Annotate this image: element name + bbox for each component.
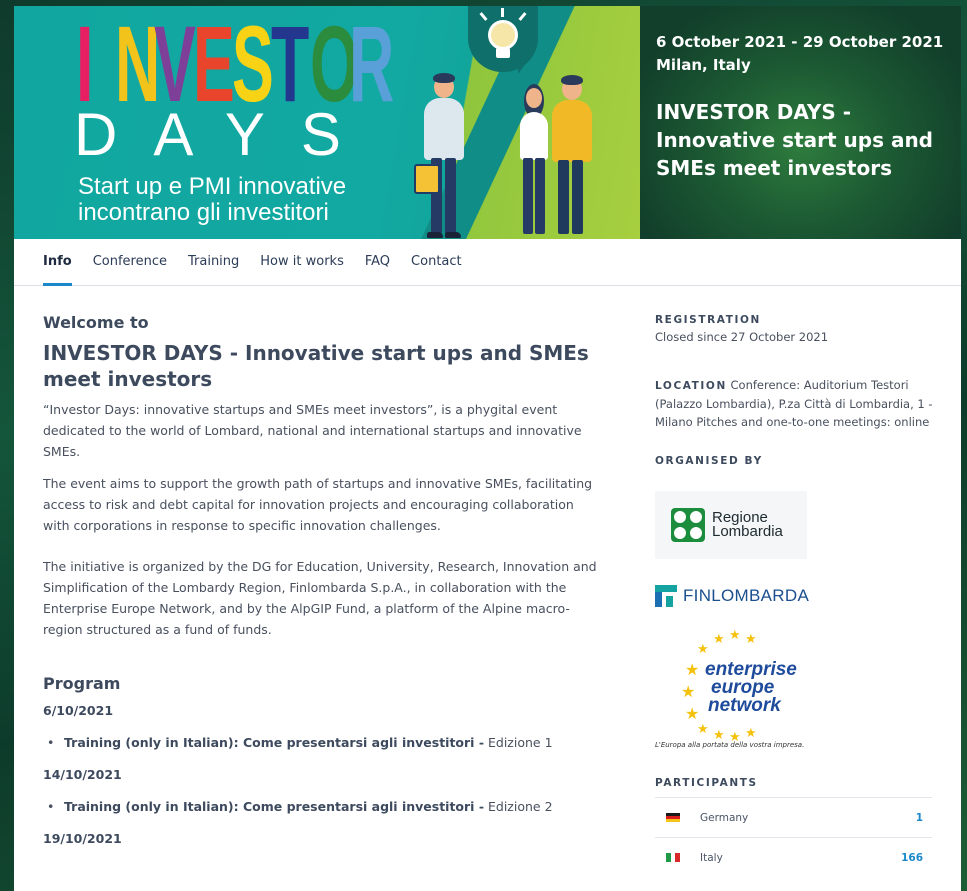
aims-paragraph: The event aims to support the growth pat… — [43, 476, 593, 533]
regione-lombardia-line-2: Lombardia — [712, 523, 783, 540]
tagline-line-2: incontrano gli investitori — [78, 199, 329, 226]
participants-label: PARTICIPANTS — [655, 777, 758, 789]
program-date: 14/10/2021 — [43, 767, 122, 782]
een-tagline: L'Europa alla portata della vostra impre… — [655, 741, 805, 749]
participant-count: 1 — [915, 811, 923, 824]
investor-logo-letter: T — [271, 6, 309, 124]
event-sidebar: REGISTRATION Closed since 27 October 202… — [655, 286, 933, 877]
program-date: 6/10/2021 — [43, 703, 114, 718]
regione-lombardia-icon — [671, 508, 705, 542]
investor-logo-letter: I — [76, 6, 93, 124]
hero-banner: INVESTOR DAYS Start up e PMI innovative … — [14, 6, 961, 239]
welcome-heading: Welcome to — [43, 313, 149, 332]
italy-flag-icon — [666, 853, 681, 862]
tab-how-it-works[interactable]: How it works — [260, 239, 344, 286]
program-item[interactable]: • Training (only in Italian): Come presen… — [43, 733, 609, 753]
briefcase-icon — [414, 164, 440, 194]
investor-logo-letter: E — [193, 6, 235, 124]
organised-by-label: ORGANISED BY — [655, 455, 763, 467]
location-info: LOCATION Conference: Auditorium Testori … — [655, 376, 935, 431]
tab-info[interactable]: Info — [43, 239, 72, 286]
een-line-3: network — [708, 695, 781, 716]
registration-status: Closed since 27 October 2021 — [655, 330, 829, 344]
main-content: Welcome to INVESTOR DAYS - Innovative st… — [43, 286, 609, 877]
investor-illustration — [544, 75, 598, 239]
participant-count: 166 — [901, 851, 923, 864]
organizers-paragraph: The initiative is organized by the DG fo… — [43, 559, 597, 637]
participant-row[interactable]: Italy 166 — [655, 837, 932, 877]
program-item-title[interactable]: Training (only in Italian): Come present… — [64, 799, 484, 814]
investor-logo-letter: R — [349, 6, 394, 124]
participant-country: Germany — [700, 811, 749, 824]
program-item-edition: Edizione 1 — [484, 735, 553, 750]
program-date: 19/10/2021 — [43, 831, 122, 846]
participant-country: Italy — [700, 851, 723, 864]
participant-row[interactable]: Germany 1 — [655, 797, 932, 837]
investor-logo-letter: N — [115, 6, 160, 124]
tab-faq[interactable]: FAQ — [365, 239, 390, 286]
program-heading: Program — [43, 674, 121, 693]
investor-logo-letter: S — [232, 6, 274, 124]
hero-tagline: Start up e PMI innovative incontrano gli… — [78, 174, 346, 226]
hero-artwork: INVESTOR DAYS Start up e PMI innovative … — [14, 6, 640, 239]
event-summary: 6 October 2021 - 29 October 2021 Milan, … — [640, 6, 961, 239]
registration-label: REGISTRATION — [655, 314, 761, 326]
tab-bar: Info Conference Training How it works FA… — [14, 239, 961, 286]
tab-conference[interactable]: Conference — [93, 239, 167, 286]
finlombarda-logo[interactable]: FINLOMBARDA — [655, 585, 933, 607]
germany-flag-icon — [666, 813, 680, 822]
location-label: LOCATION — [655, 380, 727, 392]
program-item-edition: Edizione 2 — [484, 799, 553, 814]
days-logo: DAYS — [74, 101, 377, 168]
event-page: INVESTOR DAYS Start up e PMI innovative … — [14, 6, 961, 891]
program-item-title[interactable]: Training (only in Italian): Come present… — [64, 735, 484, 750]
lightbulb-icon — [468, 6, 538, 74]
page-title: INVESTOR DAYS - Innovative start ups and… — [43, 341, 589, 391]
finlombarda-icon — [655, 585, 677, 607]
regione-lombardia-logo[interactable]: Regione Lombardia — [655, 491, 807, 559]
finlombarda-name: FINLOMBARDA — [683, 586, 810, 605]
program-item[interactable]: • Training (only in Italian): Come presen… — [43, 797, 609, 817]
event-date-range: 6 October 2021 - 29 October 2021 — [656, 33, 944, 51]
investor-logo-letter: O — [310, 6, 359, 124]
tab-training[interactable]: Training — [188, 239, 239, 286]
event-location: Milan, Italy — [656, 56, 751, 74]
investor-logo: INVESTOR — [76, 6, 394, 124]
enterprise-europe-network-logo[interactable]: ★ ★ ★ ★ ★ ★ ★ ★ ★ ★ ★ enterprise europe … — [655, 617, 835, 767]
event-title: INVESTOR DAYS - Innovative start ups and… — [656, 100, 933, 180]
tab-contact[interactable]: Contact — [411, 239, 462, 286]
intro-paragraph: “Investor Days: innovative startups and … — [43, 402, 582, 459]
tagline-line-1: Start up e PMI innovative — [78, 173, 347, 200]
investor-logo-letter: V — [154, 6, 196, 124]
participants-table: Germany 1 Italy 166 — [655, 797, 932, 877]
businessman-illustration — [414, 73, 474, 239]
